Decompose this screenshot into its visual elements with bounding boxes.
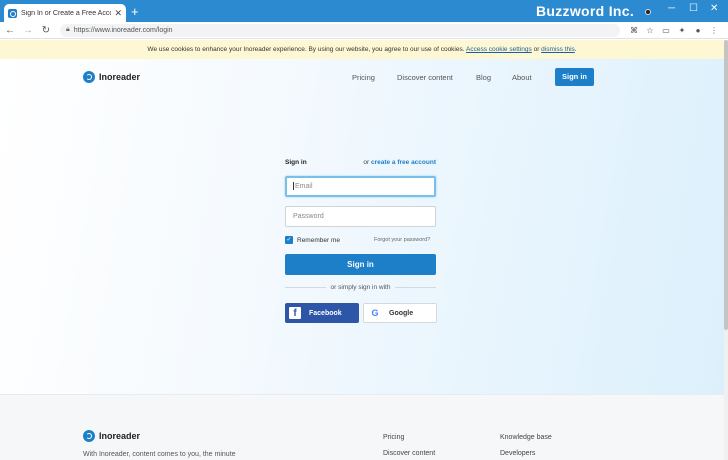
nav-about[interactable]: About [512, 73, 532, 82]
bookmark-star-icon[interactable]: ☆ [642, 26, 658, 35]
cookie-end: . [574, 46, 577, 53]
nav-blog[interactable]: Blog [476, 73, 491, 82]
signin-submit-button[interactable]: Sign in [285, 254, 436, 275]
scrollbar-thumb[interactable] [724, 40, 728, 330]
form-alt: or create a free account [363, 159, 436, 166]
checkbox-checked-icon[interactable]: ✓ [285, 236, 293, 244]
inoreader-logo-icon [83, 430, 95, 442]
footer-link-knowledge-base[interactable]: Knowledge base [500, 434, 552, 441]
facebook-label: Facebook [309, 309, 342, 317]
footer-link-pricing[interactable]: Pricing [383, 434, 404, 441]
inoreader-logo-icon [83, 71, 95, 83]
email-field[interactable]: Email [285, 176, 436, 197]
header-logo[interactable]: Inoreader [83, 71, 140, 83]
lock-icon: 🔒︎ [66, 26, 70, 33]
divider-text: or simply sign in with [330, 284, 391, 291]
watermark-brand: Buzzword Inc. [536, 3, 635, 19]
browser-titlebar: Sign In or Create a Free Account ✕ + Buz… [0, 0, 728, 22]
cookie-or: or [533, 46, 540, 53]
forward-arrow-icon[interactable]: → [20, 25, 36, 36]
footer-tagline: With Inoreader, content comes to you, th… [83, 451, 236, 458]
cast-icon[interactable]: ▭ [658, 26, 674, 35]
cookie-text: We use cookies to enhance your Inoreader… [147, 46, 465, 53]
social-divider: or simply sign in with [285, 284, 436, 291]
back-arrow-icon[interactable]: ← [2, 25, 18, 36]
cookie-banner: We use cookies to enhance your Inoreader… [0, 40, 724, 59]
footer-brand: Inoreader [99, 431, 141, 441]
facebook-signin-button[interactable]: f Facebook [285, 303, 359, 323]
window-close-icon[interactable]: ✕ [710, 3, 718, 14]
profile-dot-icon [645, 9, 651, 15]
forgot-password-link[interactable]: Forgot your password? [374, 237, 430, 243]
reload-icon[interactable]: ↻ [38, 25, 54, 36]
nav-discover-content[interactable]: Discover content [397, 73, 453, 82]
google-icon: G [371, 308, 379, 318]
google-label: Google [389, 309, 414, 317]
create-account-link[interactable]: create a free account [371, 159, 436, 166]
maximize-icon[interactable]: ☐ [689, 3, 698, 14]
footer-logo[interactable]: Inoreader [83, 430, 140, 442]
extensions-icon[interactable]: ✦ [674, 26, 690, 35]
inoreader-favicon-icon [8, 8, 17, 18]
cookie-dismiss-link[interactable]: dismiss this [541, 46, 575, 53]
remember-me[interactable]: ✓ Remember me [285, 236, 340, 244]
new-tab-button[interactable]: + [131, 5, 139, 18]
url-text: https://www.inoreader.com/login [73, 26, 173, 34]
url-field[interactable]: 🔒︎ https://www.inoreader.com/login [60, 23, 620, 37]
cookie-settings-link[interactable]: Access cookie settings [466, 46, 532, 53]
header-signin-button[interactable]: Sign in [555, 68, 594, 86]
form-or: or [363, 159, 370, 166]
remember-label: Remember me [297, 236, 340, 244]
translate-icon[interactable]: ⌘ [626, 26, 642, 35]
menu-kebab-icon[interactable]: ⋮ [706, 26, 722, 35]
form-header: Sign in or create a free account [285, 159, 436, 166]
close-icon[interactable]: ✕ [114, 8, 122, 19]
browser-tab[interactable]: Sign In or Create a Free Account ✕ [4, 4, 126, 22]
footer-link-developers[interactable]: Developers [500, 450, 535, 457]
nav-pricing[interactable]: Pricing [352, 73, 375, 82]
address-bar: ← → ↻ 🔒︎ https://www.inoreader.com/login… [0, 22, 728, 39]
form-title: Sign in [285, 159, 307, 166]
account-icon[interactable]: ● [690, 26, 706, 35]
divider-line [395, 287, 436, 288]
facebook-icon: f [289, 307, 301, 319]
minimize-icon[interactable]: ─ [668, 3, 675, 14]
header-brand: Inoreader [99, 72, 141, 82]
tab-title: Sign In or Create a Free Account [21, 9, 112, 17]
password-field[interactable]: Password [285, 206, 436, 227]
divider-line [285, 287, 326, 288]
footer-link-discover[interactable]: Discover content [383, 450, 435, 457]
google-signin-button[interactable]: G Google [363, 303, 437, 323]
